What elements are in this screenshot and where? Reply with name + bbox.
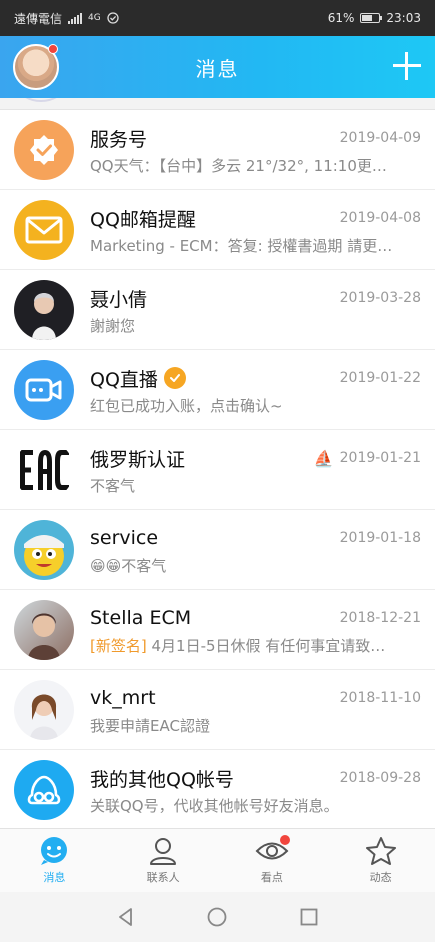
user-avatar: [14, 599, 74, 660]
tab-label: 动态: [369, 871, 392, 884]
signature-tag: [新签名]: [90, 637, 147, 655]
conversation-name: service: [90, 527, 159, 549]
conversation-preview: Marketing - ECM：答复: 授權書過期 請更…: [90, 237, 393, 255]
cartoon-avatar: [14, 519, 74, 580]
tab-label: 看点: [260, 871, 283, 884]
pull-strip: [0, 98, 435, 110]
conversation-item[interactable]: QQ邮箱提醒 2019-04-08 Marketing - ECM：答复: 授權…: [0, 190, 435, 270]
conversation-preview: 我要申請EAC認證: [90, 717, 210, 735]
sync-icon: [107, 12, 119, 24]
conversation-item[interactable]: 俄罗斯认证 ⛵ 2019-01-21 不客气: [0, 430, 435, 510]
plus-icon[interactable]: [393, 52, 421, 80]
conversation-name: 服务号: [90, 128, 148, 151]
carrier-label: 遠傳電信: [14, 11, 63, 26]
network-label: 4G: [88, 13, 101, 23]
conversation-preview: 关联QQ号，代收其他帐号好友消息。: [90, 797, 339, 815]
preview-text: 4月1日-5日休假 有任何事宜请致…: [151, 637, 386, 655]
conversation-item[interactable]: 聂小倩 2019-03-28 謝謝您: [0, 270, 435, 350]
recents-icon[interactable]: [298, 906, 320, 928]
conversation-date: 2019-04-08: [339, 210, 421, 226]
notification-dot: [48, 44, 58, 54]
mail-icon: [14, 199, 74, 260]
conversation-date: 2018-11-10: [339, 690, 421, 706]
sailboat-icon: ⛵: [313, 448, 334, 468]
conversation-item[interactable]: QQ直播 2019-01-22 红包已成功入账，点击确认~: [0, 350, 435, 430]
conversation-item[interactable]: service 2019-01-18 😁😁不客气: [0, 510, 435, 590]
conversation-preview: 😁😁不客气: [90, 557, 167, 575]
home-icon[interactable]: [206, 906, 228, 928]
conversation-item[interactable]: 我的其他QQ帐号 2018-09-28 关联QQ号，代收其他帐号好友消息。: [0, 750, 435, 828]
conversation-date: 2019-01-21: [339, 450, 421, 466]
contacts-icon: [150, 838, 177, 865]
conversation-item[interactable]: 服务号 2019-04-09 QQ天气：【台中】多云 21°/32°, 11:1…: [0, 110, 435, 190]
conversation-preview: 謝謝您: [90, 317, 136, 335]
conversation-name: Stella ECM: [90, 607, 192, 629]
conversation-item[interactable]: vk_mrt 2018-11-10 我要申請EAC認證: [0, 670, 435, 750]
star-icon: [365, 837, 396, 865]
badge-check-icon: [14, 119, 74, 180]
conversation-date: 2019-01-22: [339, 370, 421, 386]
tab-feed[interactable]: 动态: [326, 829, 435, 892]
system-nav-bar: [0, 892, 435, 942]
conversation-preview: 红包已成功入账，点击确认~: [90, 397, 283, 415]
status-bar: 遠傳電信 4G 61% 23:03: [0, 0, 435, 36]
conversation-preview: 不客气: [90, 477, 136, 495]
conversation-list[interactable]: 服务号 2019-04-09 QQ天气：【台中】多云 21°/32°, 11:1…: [0, 98, 435, 828]
page-title: 消息: [195, 56, 240, 81]
battery-icon: [360, 13, 383, 23]
conversation-preview: QQ天气：【台中】多云 21°/32°, 11:10更…: [90, 157, 387, 175]
conversation-date: 2018-12-21: [339, 610, 421, 626]
tab-messages[interactable]: 消息: [0, 829, 109, 892]
conversation-date: 2018-09-28: [339, 770, 421, 786]
messages-icon: [41, 837, 68, 865]
conversation-date: 2019-03-28: [339, 290, 421, 306]
conversation-name: 聂小倩: [90, 288, 148, 311]
conversation-preview: [新签名] 4月1日-5日休假 有任何事宜请致…: [90, 635, 421, 656]
conversation-name: QQ直播: [90, 368, 158, 391]
tab-kandian[interactable]: 看点: [218, 829, 327, 892]
conversation-name: vk_mrt: [90, 687, 156, 709]
tab-contacts[interactable]: 联系人: [109, 829, 218, 892]
verified-badge-icon: [163, 367, 186, 389]
signal-icon: [68, 12, 83, 24]
battery-percent: 61%: [327, 11, 355, 25]
conversation-date: 2019-01-18: [339, 530, 421, 546]
video-camera-icon: [14, 359, 74, 420]
conversation-item[interactable]: Stella ECM 2018-12-21 [新签名] 4月1日-5日休假 有任…: [0, 590, 435, 670]
conversation-name: 俄罗斯认证: [90, 448, 186, 471]
tab-label: 联系人: [146, 871, 180, 884]
eac-logo: [14, 439, 74, 500]
app-header: 消息: [0, 36, 435, 98]
conversation-name: 我的其他QQ帐号: [90, 768, 234, 791]
linked-accounts-icon: [14, 759, 74, 820]
back-icon[interactable]: [115, 906, 137, 928]
user-avatar: [14, 679, 74, 740]
bottom-tab-bar: 消息 联系人 看点 动态: [0, 828, 435, 892]
clock: 23:03: [386, 11, 421, 25]
conversation-date: 2019-04-09: [339, 130, 421, 146]
user-avatar: [14, 279, 74, 340]
notification-dot: [279, 835, 290, 845]
conversation-name: QQ邮箱提醒: [90, 208, 196, 231]
tab-label: 消息: [43, 871, 66, 884]
